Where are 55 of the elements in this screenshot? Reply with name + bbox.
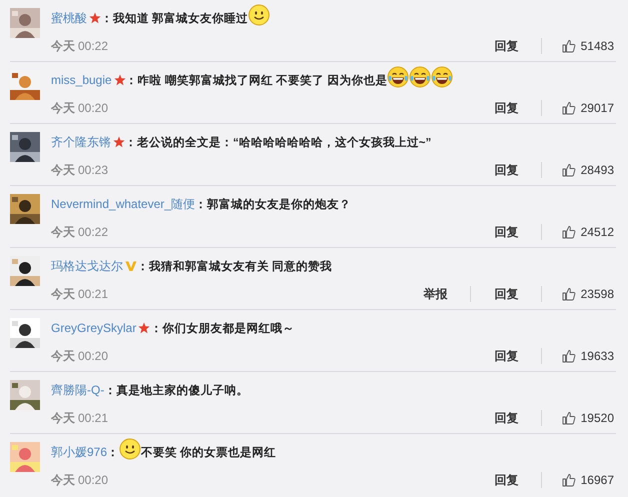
date-label: 今天 [51,348,75,364]
action-link[interactable]: 回复 [470,100,541,116]
thumbs-up-icon[interactable] [562,163,576,177]
thumbs-up-icon[interactable] [562,349,576,363]
action-link[interactable]: 回复 [470,410,541,426]
timestamp: 00:22 [78,225,108,239]
date-label: 今天 [51,100,75,116]
timestamp: 00:21 [78,411,108,425]
laughing-face-icon [409,66,432,88]
like-count: 16967 [580,473,614,487]
comment-text: ：老公说的全文是：“哈哈哈哈哈哈哈，这个女孩我上过~” [125,135,432,150]
action-link[interactable]: 回复 [470,286,541,302]
timestamp: 00:20 [78,349,108,363]
like-count: 23598 [580,287,614,301]
action-link[interactable]: 回复 [470,224,541,240]
action-link[interactable]: 回复 [470,38,541,54]
comment-text: ： [107,446,120,460]
thumbs-up-icon[interactable] [562,101,576,115]
like-count: 51483 [580,39,614,53]
date-label: 今天 [51,286,75,302]
action-link[interactable]: 举报 [400,286,470,302]
comment-text: ：我猜和郭富城女友有关 同意的赞我 [137,259,332,274]
comment-text: ：咋啦 嘲笑郭富城找了网红 不要笑了 因为你也是 [126,73,388,88]
thumbs-up-icon[interactable] [562,225,576,239]
thumbs-up-icon[interactable] [562,411,576,425]
like-count: 24512 [580,225,614,239]
like-count: 28493 [580,163,614,177]
timestamp: 00:23 [78,163,108,177]
comment-text: ：郭富城的女友是你的炮友？ [195,197,352,212]
comment-text: ：你们女朋友都是网红哦～ [150,321,294,336]
like-count: 19633 [580,349,614,363]
comment-text: ：真是地主家的傻儿子呐。 [104,383,248,398]
smiley-icon [248,4,270,26]
thumbs-up-icon[interactable] [562,39,576,53]
like-count: 29017 [580,101,614,115]
comment-text: ：我知道 郭富城女友你睡过 [101,11,248,26]
laughing-face-icon [431,66,454,88]
timestamp: 00:20 [78,473,108,487]
timestamp: 00:21 [78,287,108,301]
date-label: 今天 [51,38,75,54]
date-label: 今天 [51,224,75,240]
timestamp: 00:22 [78,39,108,53]
date-label: 今天 [51,410,75,426]
comment-text: 不要笑 你的女票也是网红 [141,445,276,460]
like-count: 19520 [580,411,614,425]
smiley-icon [119,438,142,460]
action-link[interactable]: 回复 [470,348,541,364]
date-label: 今天 [51,162,75,178]
action-link[interactable]: 回复 [470,162,541,178]
action-link[interactable]: 回复 [470,472,541,488]
thumbs-up-icon[interactable] [562,473,576,487]
timestamp: 00:20 [78,101,108,115]
thumbs-up-icon[interactable] [562,287,576,301]
laughing-face-icon [387,66,410,88]
date-label: 今天 [51,472,75,488]
